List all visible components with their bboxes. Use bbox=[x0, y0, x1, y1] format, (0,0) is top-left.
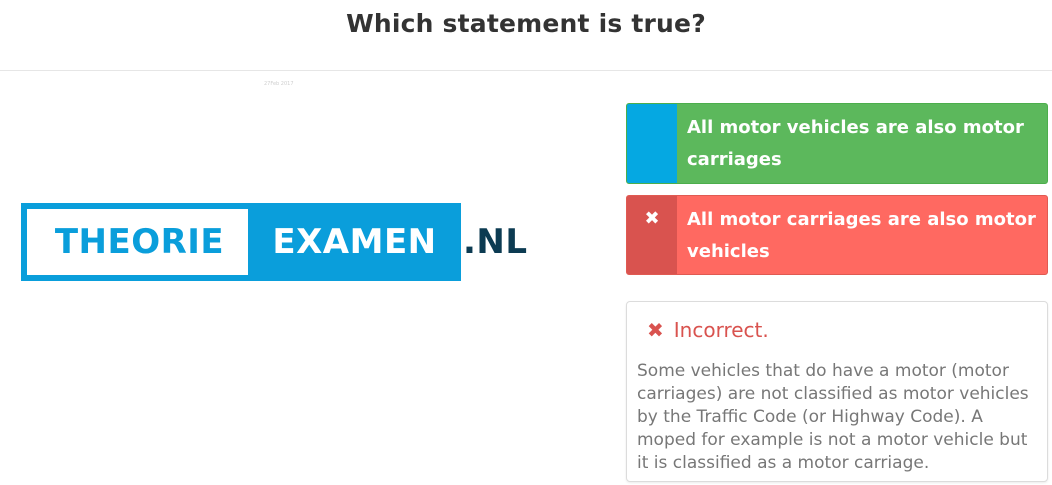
logo-part-theorie: THEORIE bbox=[21, 203, 248, 281]
question-header: Which statement is true? bbox=[0, 0, 1052, 71]
question-title: Which statement is true? bbox=[346, 9, 706, 38]
feedback-explanation: Some vehicles that do have a motor (moto… bbox=[637, 361, 1029, 473]
option-1-marker bbox=[627, 104, 677, 183]
answer-option-2[interactable]: ✖ All motor carriages are also motor veh… bbox=[626, 195, 1048, 275]
feedback-heading: Incorrect. bbox=[673, 318, 769, 342]
image-credit: 27Feb 2017 bbox=[264, 81, 294, 87]
feedback-panel: ✖ Incorrect. Some vehicles that do have … bbox=[626, 301, 1048, 482]
incorrect-icon: ✖ bbox=[647, 318, 664, 342]
option-2-text: All motor carriages are also motor vehic… bbox=[687, 209, 1036, 262]
site-logo: THEORIE EXAMEN .NL bbox=[21, 203, 528, 281]
option-1-text: All motor vehicles are also motor carria… bbox=[687, 117, 1024, 170]
logo-part-examen: EXAMEN bbox=[248, 203, 461, 281]
answer-option-1[interactable]: All motor vehicles are also motor carria… bbox=[626, 103, 1048, 184]
wrong-mark-icon: ✖ bbox=[627, 196, 677, 274]
feedback-heading-row: ✖ Incorrect. bbox=[647, 314, 1037, 346]
logo-part-nl: .NL bbox=[463, 222, 528, 262]
